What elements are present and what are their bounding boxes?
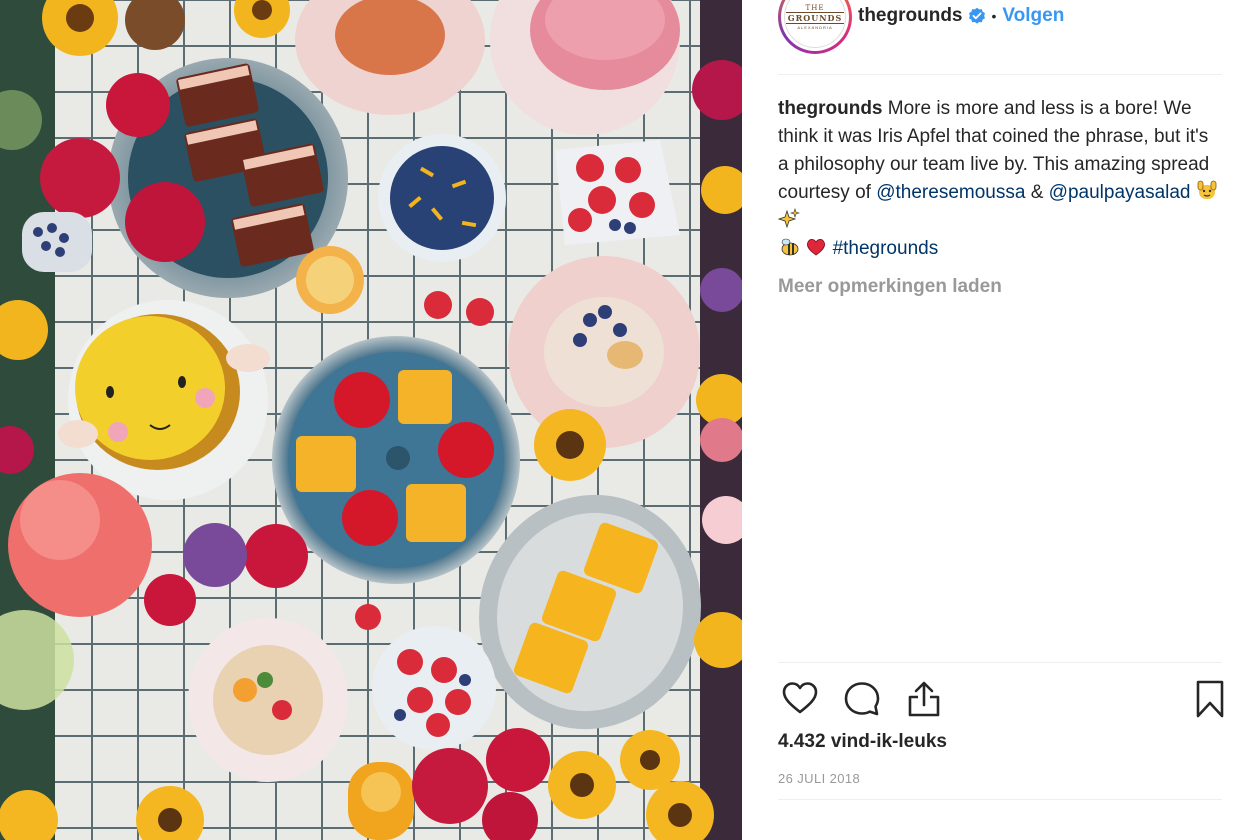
share-button[interactable] bbox=[902, 677, 946, 721]
comment-button[interactable] bbox=[840, 677, 884, 721]
heart-icon bbox=[782, 682, 818, 714]
save-button[interactable] bbox=[1188, 677, 1232, 721]
avatar[interactable]: THE GROUNDS ALEXANDRIA bbox=[778, 0, 852, 54]
like-button[interactable] bbox=[778, 677, 822, 721]
mention-paulpayasalad[interactable]: @paulpayasalad bbox=[1049, 182, 1191, 203]
post-actions-section: 4.432 vind-ik-leuks 26 JULI 2018 bbox=[778, 662, 1224, 832]
avatar-text-top: THE bbox=[805, 4, 825, 12]
header-username[interactable]: thegrounds bbox=[858, 5, 963, 27]
post-caption: thegrounds More is more and less is a bo… bbox=[777, 95, 1222, 263]
load-more-comments[interactable]: Meer opmerkingen laden bbox=[778, 276, 1002, 298]
follow-button[interactable]: Volgen bbox=[1002, 5, 1064, 27]
bee-emoji-icon bbox=[778, 236, 800, 258]
avatar-text-sub: ALEXANDRIA bbox=[797, 25, 833, 30]
verified-badge-icon bbox=[968, 7, 986, 25]
action-icons-row bbox=[778, 677, 1224, 721]
post-side-panel: THE GROUNDS ALEXANDRIA thegrounds • Volg… bbox=[742, 0, 1260, 840]
post-header: THE GROUNDS ALEXANDRIA thegrounds • Volg… bbox=[778, 0, 1222, 75]
bookmark-icon bbox=[1196, 680, 1224, 718]
divider bbox=[778, 799, 1222, 800]
post-date[interactable]: 26 JULI 2018 bbox=[778, 771, 860, 786]
caption-username[interactable]: thegrounds bbox=[778, 98, 883, 119]
heart-emoji-icon bbox=[805, 236, 827, 258]
share-icon bbox=[908, 681, 940, 717]
comment-icon bbox=[844, 682, 880, 716]
post-photo[interactable] bbox=[0, 0, 742, 840]
separator-dot: • bbox=[991, 8, 997, 24]
likes-count[interactable]: 4.432 vind-ik-leuks bbox=[778, 731, 947, 753]
caption-ampersand: & bbox=[1030, 182, 1044, 203]
avatar-text-main: GROUNDS bbox=[785, 12, 845, 24]
mention-theresemoussa[interactable]: @theresemoussa bbox=[876, 182, 1025, 203]
raising-hands-emoji-icon bbox=[1196, 180, 1218, 202]
sparkles-emoji-icon bbox=[777, 208, 800, 230]
food-spread-image bbox=[0, 0, 742, 840]
hashtag-thegrounds[interactable]: #thegrounds bbox=[833, 238, 939, 259]
